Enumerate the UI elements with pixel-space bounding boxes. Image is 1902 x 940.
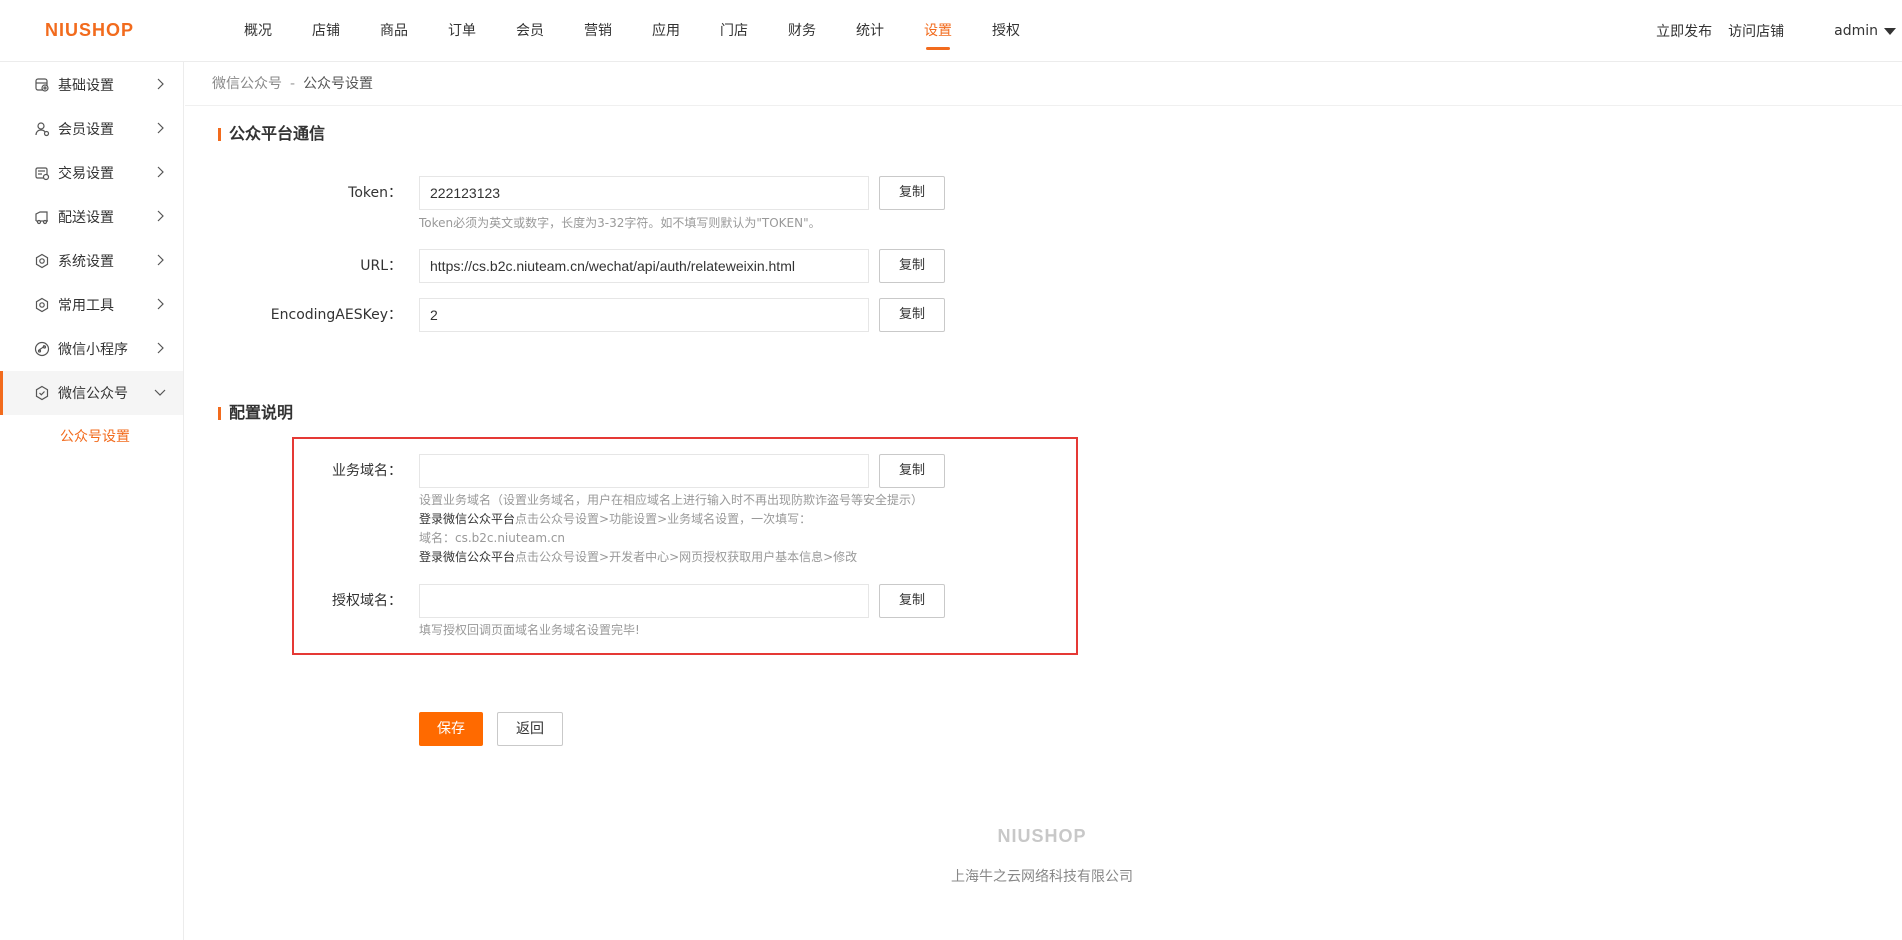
copy-aes-key-button[interactable]: 复制 bbox=[879, 298, 945, 332]
section-title-communication: 公众平台通信 bbox=[218, 124, 325, 144]
copy-auth-domain-button[interactable]: 复制 bbox=[879, 584, 945, 618]
url-input[interactable] bbox=[419, 249, 869, 283]
nav-goods[interactable]: 商品 bbox=[360, 0, 428, 62]
copy-token-button[interactable]: 复制 bbox=[879, 176, 945, 210]
sidebar-item-label: 会员设置 bbox=[58, 122, 114, 138]
sidebar-item-trade[interactable]: 交易设置 bbox=[0, 151, 183, 195]
copy-business-domain-button[interactable]: 复制 bbox=[879, 454, 945, 488]
token-input[interactable] bbox=[419, 176, 869, 210]
business-domain-step-1: 登录微信公众平台点击公众号设置>功能设置>业务域名设置，一次填写： bbox=[419, 510, 811, 529]
chevron-right-icon bbox=[157, 78, 164, 90]
breadcrumb: 微信公众号 - 公众号设置 bbox=[212, 73, 373, 93]
logo[interactable]: NIUSHOP bbox=[45, 20, 134, 41]
member-icon bbox=[35, 122, 50, 137]
sidebar-item-tools[interactable]: 常用工具 bbox=[0, 283, 183, 327]
gear-icon bbox=[35, 253, 49, 269]
url-label: URL： bbox=[360, 258, 402, 274]
sidebar-item-mini-program[interactable]: 微信小程序 bbox=[0, 327, 183, 371]
mini-program-icon bbox=[34, 341, 50, 357]
sidebar-item-member[interactable]: 会员设置 bbox=[0, 107, 183, 151]
nav-statistics[interactable]: 统计 bbox=[836, 0, 904, 62]
chevron-right-icon bbox=[157, 254, 164, 266]
sidebar-item-basic[interactable]: 基础设置 bbox=[0, 63, 183, 107]
auth-domain-label: 授权域名： bbox=[332, 593, 402, 609]
chevron-right-icon bbox=[157, 166, 164, 178]
breadcrumb-separator: - bbox=[290, 76, 296, 92]
nav-shops[interactable]: 门店 bbox=[700, 0, 768, 62]
wechat-official-icon bbox=[35, 385, 49, 401]
business-domain-hint: 设置业务域名（设置业务域名，用户在相应域名上进行输入时不再出现防欺诈盗号等安全提… bbox=[419, 493, 924, 507]
sidebar-item-delivery[interactable]: 配送设置 bbox=[0, 195, 183, 239]
delivery-icon bbox=[35, 211, 48, 225]
back-button[interactable]: 返回 bbox=[497, 712, 563, 746]
sidebar-subitem-official-settings[interactable]: 公众号设置 bbox=[0, 415, 183, 459]
hint-text: 点击公众号设置>功能设置>业务域名设置，一次填写： bbox=[515, 512, 812, 526]
nav-marketing[interactable]: 营销 bbox=[564, 0, 632, 62]
sidebar-item-label: 基础设置 bbox=[58, 78, 114, 94]
nav-members[interactable]: 会员 bbox=[496, 0, 564, 62]
copy-url-button[interactable]: 复制 bbox=[879, 249, 945, 283]
footer-logo: NIUSHOP bbox=[997, 826, 1087, 846]
user-menu[interactable]: admin bbox=[1834, 23, 1878, 39]
business-domain-step-2: 登录微信公众平台点击公众号设置>开发者中心>网页授权获取用户基本信息>修改 bbox=[419, 548, 857, 567]
breadcrumb-parent[interactable]: 微信公众号 bbox=[212, 76, 282, 92]
nav-orders[interactable]: 订单 bbox=[428, 0, 496, 62]
nav-overview[interactable]: 概况 bbox=[224, 0, 292, 62]
sidebar-item-wechat-official[interactable]: 微信公众号 bbox=[0, 371, 183, 415]
sidebar-item-label: 交易设置 bbox=[58, 166, 114, 182]
chevron-right-icon bbox=[157, 210, 164, 222]
breadcrumb-current: 公众号设置 bbox=[303, 76, 374, 92]
divider bbox=[185, 105, 1902, 106]
nav-finance[interactable]: 财务 bbox=[768, 0, 836, 62]
hint-bold: 登录微信公众平台 bbox=[419, 550, 516, 564]
publish-link[interactable]: 立即发布 bbox=[1656, 21, 1712, 41]
trade-icon bbox=[35, 167, 50, 181]
tools-icon bbox=[35, 297, 49, 313]
sidebar-item-label: 系统设置 bbox=[58, 254, 114, 270]
top-nav: 概况 店铺 商品 订单 会员 营销 应用 门店 财务 统计 设置 授权 bbox=[224, 0, 1040, 62]
token-hint: Token必须为英文或数字，长度为3-32字符。如不填写则默认为"TOKEN"。 bbox=[419, 216, 821, 230]
sidebar-item-label: 微信公众号 bbox=[58, 386, 128, 402]
header-actions: 立即发布 访问店铺 admin bbox=[1656, 0, 1902, 62]
nav-authorization[interactable]: 授权 bbox=[972, 0, 1040, 62]
token-label: Token： bbox=[348, 185, 402, 201]
sidebar-item-label: 配送设置 bbox=[58, 210, 114, 226]
sidebar: 基础设置 会员设置 交易设置 配送设置 系统设置 常用工具 微信小程序 微信公众… bbox=[0, 62, 184, 940]
aes-key-label: EncodingAESKey： bbox=[270, 307, 402, 323]
hint-bold: 登录微信公众平台 bbox=[419, 512, 516, 526]
save-button[interactable]: 保存 bbox=[419, 712, 483, 746]
aes-key-input[interactable] bbox=[419, 298, 869, 332]
top-header: NIUSHOP 概况 店铺 商品 订单 会员 营销 应用 门店 财务 统计 设置… bbox=[0, 0, 1902, 62]
nav-apps[interactable]: 应用 bbox=[632, 0, 700, 62]
section-title-config: 配置说明 bbox=[218, 403, 293, 423]
hint-text: 点击公众号设置>开发者中心>网页授权获取用户基本信息>修改 bbox=[515, 550, 858, 564]
nav-store[interactable]: 店铺 bbox=[292, 0, 360, 62]
business-domain-input[interactable] bbox=[419, 454, 869, 488]
auth-domain-input[interactable] bbox=[419, 584, 869, 618]
business-domain-label: 业务域名： bbox=[332, 463, 402, 479]
business-domain-value-hint: 域名：cs.b2c.niuteam.cn bbox=[419, 531, 566, 545]
footer-company: 上海牛之云网络科技有限公司 bbox=[951, 869, 1133, 885]
chevron-right-icon bbox=[157, 342, 164, 354]
nav-settings[interactable]: 设置 bbox=[904, 0, 972, 62]
visit-store-link[interactable]: 访问店铺 bbox=[1728, 21, 1784, 41]
chevron-right-icon bbox=[157, 298, 164, 310]
auth-domain-hint: 填写授权回调页面域名业务域名设置完毕! bbox=[419, 623, 640, 637]
basic-settings-icon bbox=[35, 78, 49, 92]
sidebar-item-label: 常用工具 bbox=[58, 298, 114, 314]
sidebar-item-label: 微信小程序 bbox=[58, 342, 128, 358]
chevron-right-icon bbox=[157, 122, 164, 134]
chevron-down-icon bbox=[154, 389, 166, 396]
sidebar-item-system[interactable]: 系统设置 bbox=[0, 239, 183, 283]
caret-down-icon[interactable] bbox=[1884, 27, 1896, 35]
